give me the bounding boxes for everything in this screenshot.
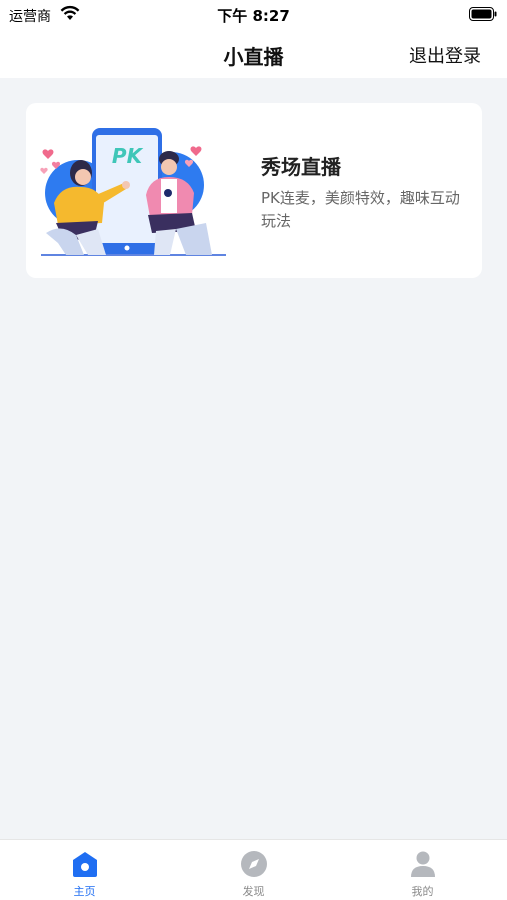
profile-icon	[410, 851, 435, 877]
show-live-card[interactable]: PK 秀场直播 PK连麦，美颜特效，趣味互动玩法	[26, 103, 482, 278]
tab-bar: 主页 发现 我的	[0, 839, 507, 900]
tab-profile-label: 我的	[411, 885, 434, 898]
card-title: 秀场直播	[261, 155, 341, 179]
logout-button[interactable]: 退出登录	[409, 42, 481, 68]
tab-profile[interactable]: 我的	[338, 840, 507, 900]
tab-home[interactable]: 主页	[0, 840, 169, 900]
navigation-bar: 小直播 退出登录	[0, 30, 507, 78]
pk-text: PK	[112, 144, 144, 168]
app-screen: 运营商 下午 8:27 小直播 退出登录 PK 秀场直播 PK连麦，美颜特效，趣…	[0, 0, 507, 900]
card-description: PK连麦，美颜特效，趣味互动玩法	[261, 189, 460, 230]
tab-discover[interactable]: 发现	[169, 840, 338, 900]
battery-icon	[469, 7, 497, 21]
status-bar: 运营商 下午 8:27	[0, 0, 507, 30]
pk-live-illustration: PK	[40, 128, 226, 256]
tab-discover-label: 发现	[242, 885, 265, 898]
home-icon	[72, 852, 97, 877]
status-time: 下午 8:27	[217, 7, 290, 25]
tab-home-label: 主页	[73, 885, 96, 898]
compass-icon	[240, 851, 267, 877]
